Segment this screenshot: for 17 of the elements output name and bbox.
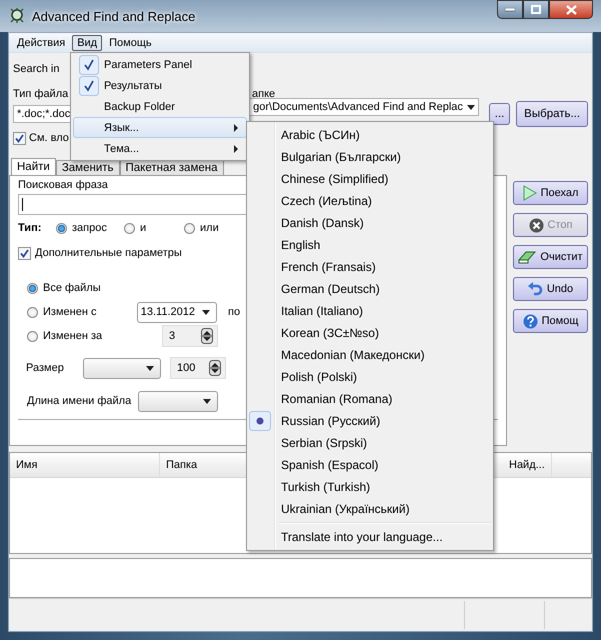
subfolders-label: См. вло (29, 132, 69, 144)
file-type-label: Тип файла (13, 88, 68, 100)
type-label: Тип: (18, 222, 42, 234)
radio-label: или (200, 222, 219, 234)
search-in-label: Search in (13, 63, 60, 77)
folder-label: апке (252, 88, 276, 100)
size-label: Размер (26, 362, 65, 374)
radio-label: запрос (72, 222, 107, 234)
radio-label: Изменен за (43, 330, 102, 342)
search-phrase-label: Поисковая фраза (18, 179, 108, 191)
name-length-label: Длина имени файла (27, 395, 132, 407)
advanced-label: Дополнительные параметры (35, 247, 182, 259)
radio-label: Изменен с (43, 306, 96, 318)
radio-label: Все файлы (43, 282, 101, 294)
window-title: Advanced Find and Replace (32, 8, 196, 24)
radio-label: и (140, 222, 146, 234)
to-label: по (228, 306, 240, 318)
